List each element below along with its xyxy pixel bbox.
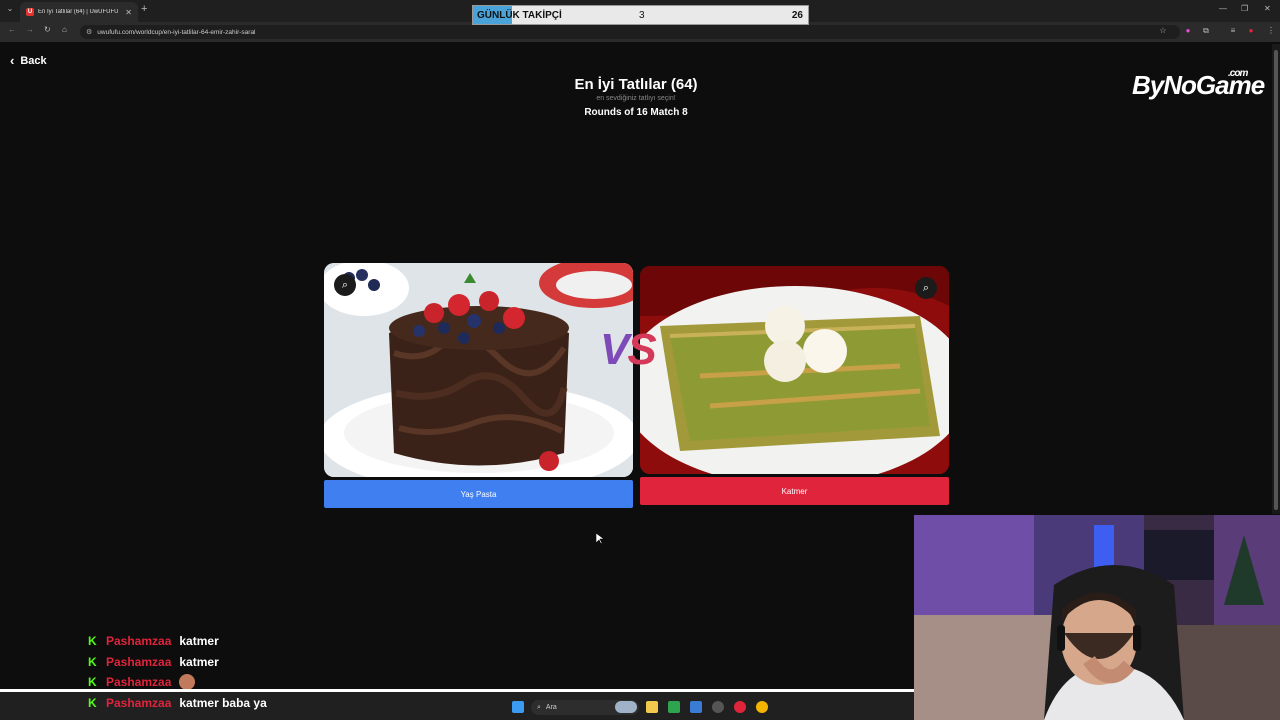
versus-s: S (627, 325, 656, 374)
follower-progress-fill: GÜNLÜK TAKİPÇİ (473, 6, 562, 24)
widgets-icon[interactable] (615, 701, 637, 713)
new-tab-icon[interactable]: + (141, 3, 147, 15)
scrollbar-thumb[interactable] (1274, 50, 1278, 510)
site-info-icon[interactable]: ⚙ (86, 28, 92, 36)
option-left-image[interactable]: ⌕ (324, 263, 633, 477)
versus-label: VS (600, 325, 657, 375)
chat-username: Pashamzaa (106, 634, 172, 648)
chat-message: K Pashamzaa katmer (88, 653, 219, 671)
back-label: Back (20, 54, 47, 67)
page-subtitle: en sevdiğiniz tatlıyı seçin! (596, 95, 676, 102)
mouse-cursor-icon (596, 533, 604, 545)
media-player-icon[interactable] (734, 701, 746, 713)
home-icon[interactable]: ⌂ (62, 25, 67, 34)
search-icon: ⌕ (537, 703, 541, 711)
browser-tab[interactable]: U En İyi Tatlılar (64) | UwUFUFU ✕ (20, 2, 138, 22)
start-menu-icon[interactable] (512, 701, 524, 713)
follower-goal-label: GÜNLÜK TAKİPÇİ (477, 9, 562, 21)
versus-v: V (600, 325, 629, 374)
app-icon[interactable] (690, 701, 702, 713)
close-window-icon[interactable]: ✕ (1264, 4, 1271, 13)
daily-follower-goal-widget: GÜNLÜK TAKİPÇİ 3 26 (472, 5, 809, 25)
url-text: uwufufu.com/worldcup/en-iyi-tatlilar-64-… (97, 28, 256, 36)
app-icon[interactable] (668, 701, 680, 713)
reload-icon[interactable]: ↻ (44, 25, 51, 34)
tab-title: En İyi Tatlılar (64) | UwUFUFU (38, 9, 119, 15)
chat-message: K Pashamzaa katmer (88, 632, 219, 650)
menu-dots-icon[interactable]: ⋮ (1266, 26, 1276, 36)
extension-icon[interactable]: ● (1183, 26, 1193, 36)
webcam-overlay (914, 515, 1280, 720)
chevron-left-icon: ‹ (10, 53, 15, 68)
round-indicator: Rounds of 16 Match 8 (584, 107, 688, 118)
kick-icon: K (88, 675, 97, 689)
url-field[interactable]: ⚙ uwufufu.com/worldcup/en-iyi-tatlilar-6… (80, 25, 1180, 39)
kick-icon: K (88, 696, 97, 710)
katmer-illustration (640, 266, 949, 474)
search-placeholder: Ara (545, 704, 557, 711)
media-control-icon[interactable]: ≡ (1228, 26, 1238, 36)
bookmark-star-icon[interactable]: ☆ (1158, 26, 1168, 36)
chat-text: katmer (179, 655, 219, 669)
bynogame-logo: ByNoGame .com (1132, 68, 1265, 101)
zoom-right-icon[interactable]: ⌕ (915, 277, 937, 299)
follower-goal-count: 26 (791, 10, 803, 21)
streamer-webcam-illustration (914, 515, 1280, 720)
obs-icon[interactable] (712, 701, 724, 713)
chrome-icon[interactable] (756, 701, 768, 713)
choose-left-button[interactable]: Yaş Pasta (324, 480, 633, 508)
page-title: En İyi Tatlılar (64) (574, 76, 698, 93)
extensions-puzzle-icon[interactable]: ⧉ (1201, 26, 1211, 36)
kick-icon: K (88, 634, 97, 648)
chat-username: Pashamzaa (106, 655, 172, 669)
taskbar-highlight-line (0, 689, 914, 692)
tab-list-chevron-icon[interactable]: ⌄ (4, 4, 16, 16)
choose-right-button[interactable]: Katmer (640, 477, 949, 505)
chat-emote-icon (179, 674, 196, 690)
restore-icon[interactable]: ❐ (1241, 4, 1248, 13)
chat-text: katmer (179, 634, 219, 648)
kick-icon: K (88, 655, 97, 669)
chocolate-cake-illustration (324, 263, 633, 477)
minimize-icon[interactable]: — (1219, 4, 1227, 13)
follower-current-count: 3 (639, 10, 645, 21)
back-nav-icon[interactable]: ← (8, 25, 16, 34)
zoom-left-icon[interactable]: ⌕ (334, 274, 356, 296)
back-button[interactable]: ‹ Back (10, 53, 47, 68)
brand-suffix: .com (1228, 68, 1248, 79)
site-favicon-icon: U (26, 8, 34, 16)
chat-message: K Pashamzaa katmer baba ya (88, 694, 267, 712)
chat-username: Pashamzaa (106, 696, 172, 710)
profile-avatar-icon[interactable]: ● (1246, 26, 1256, 36)
close-tab-icon[interactable]: ✕ (125, 8, 132, 17)
chat-username: Pashamzaa (106, 675, 172, 689)
file-explorer-icon[interactable] (646, 701, 658, 713)
option-right-image[interactable]: ⌕ (640, 266, 949, 474)
forward-nav-icon[interactable]: → (26, 25, 34, 34)
chat-text: katmer baba ya (179, 696, 267, 710)
